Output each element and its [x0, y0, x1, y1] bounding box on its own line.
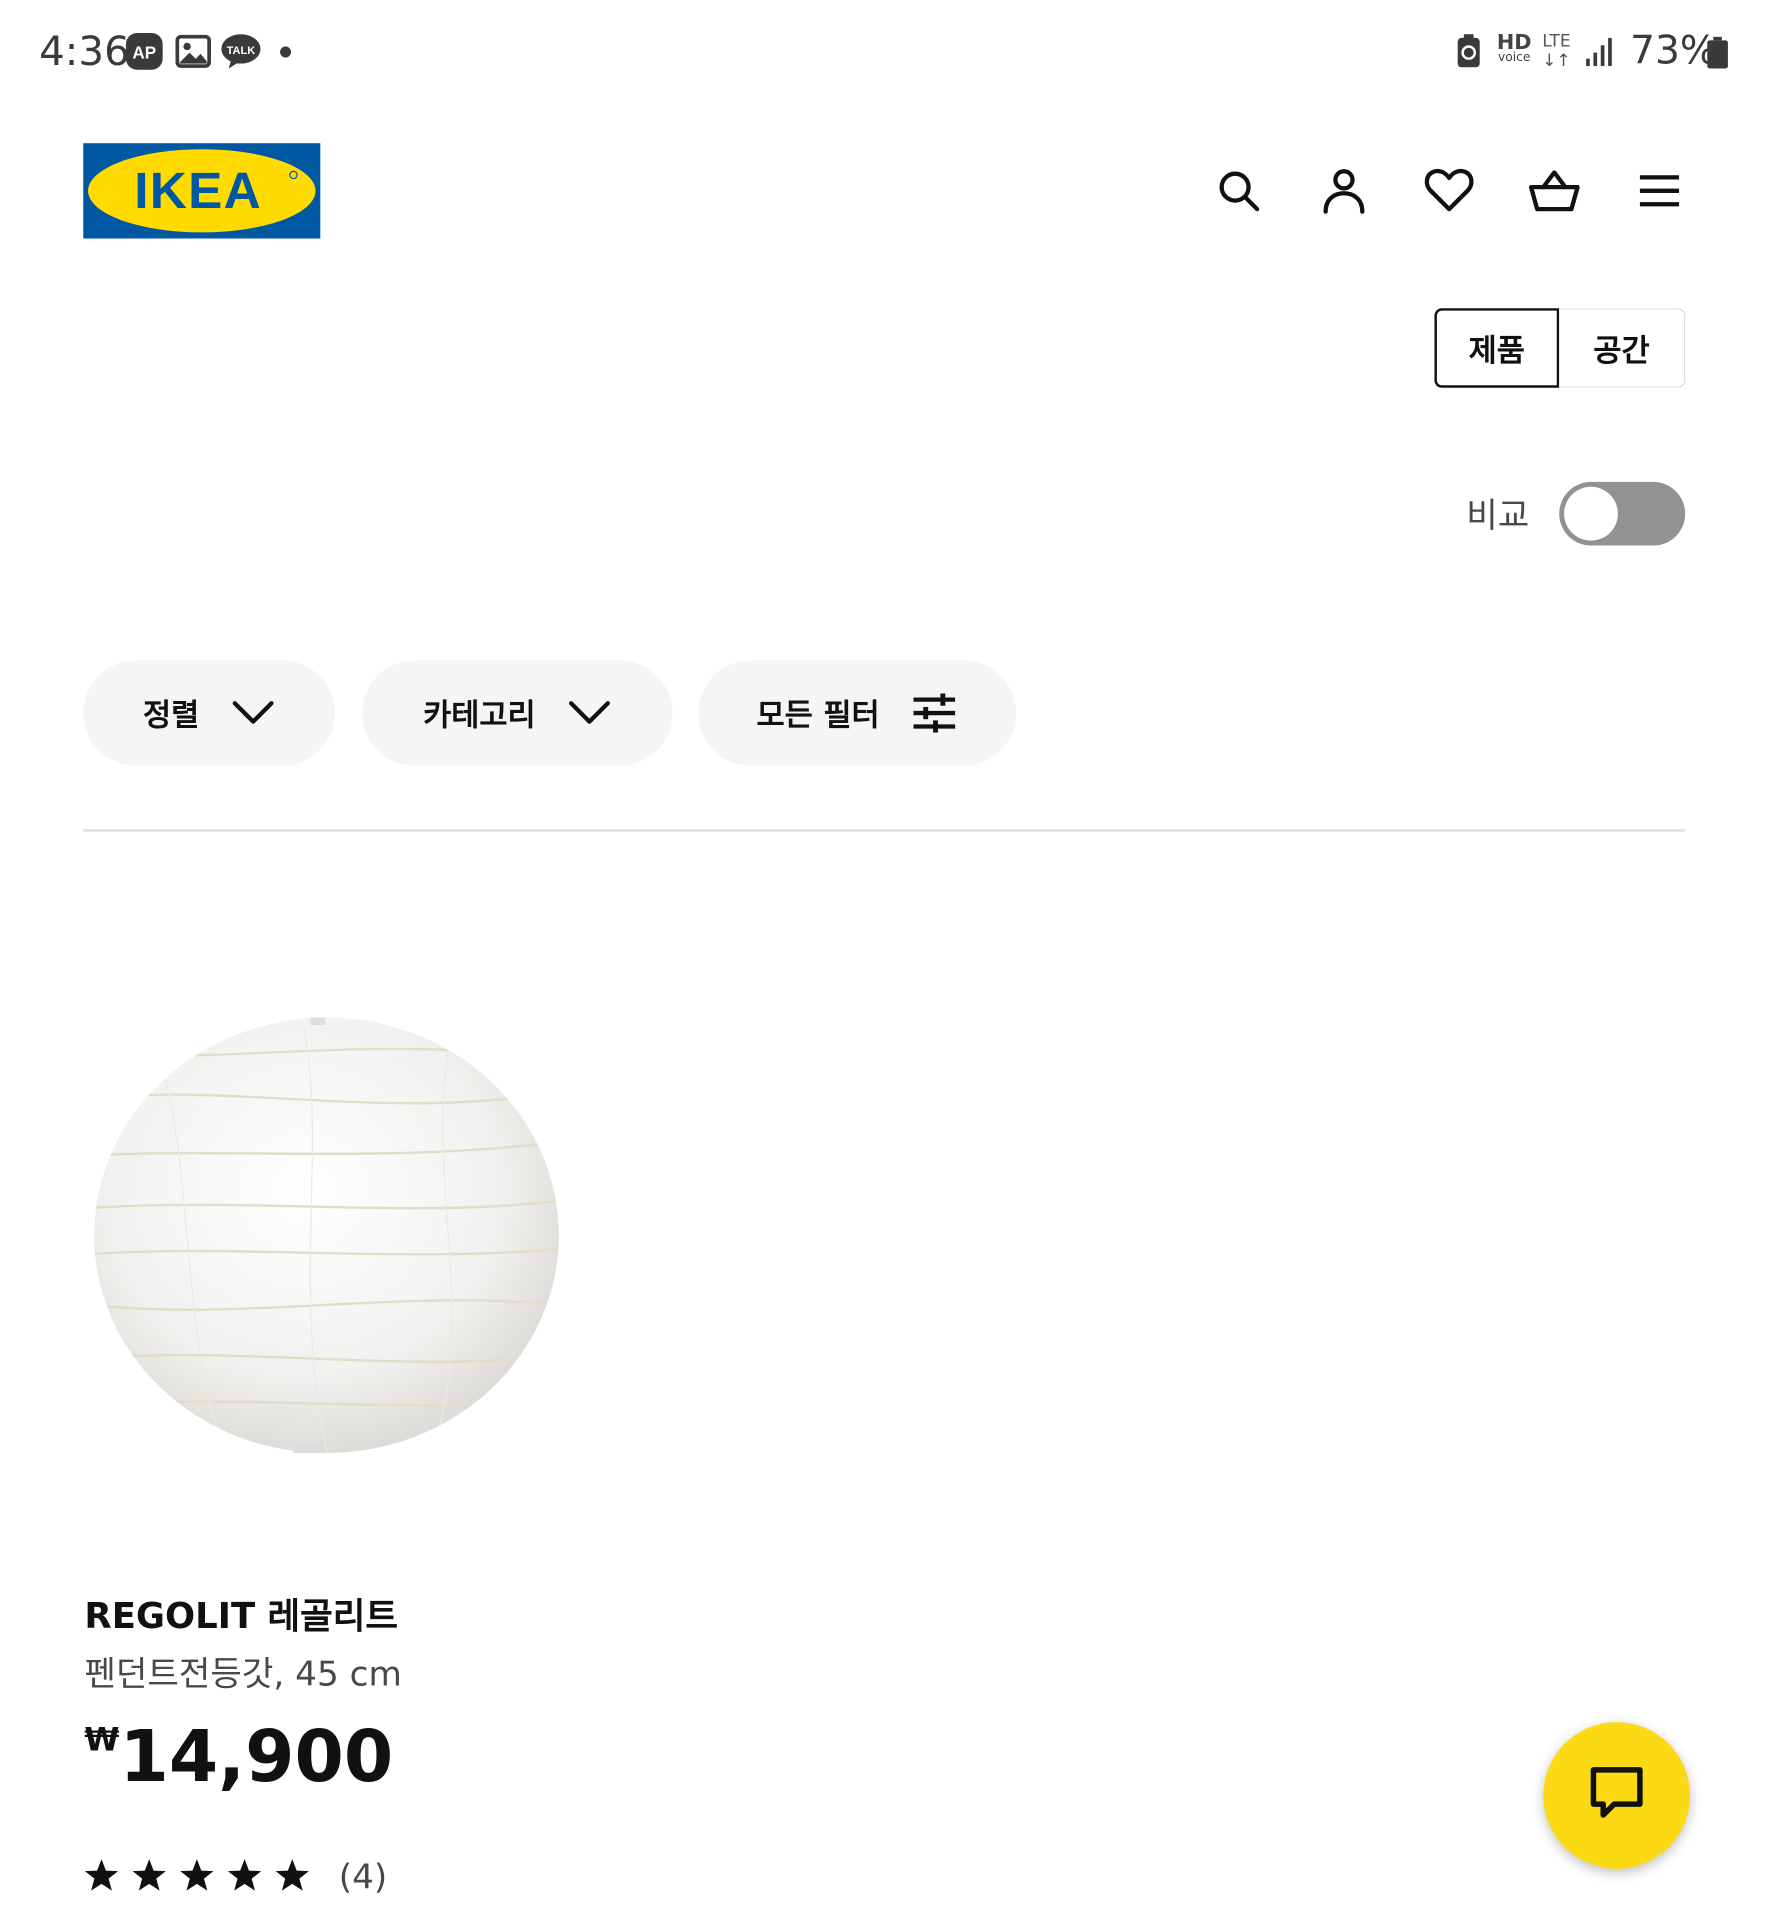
star-icon	[274, 1857, 311, 1896]
svg-text:TALK: TALK	[227, 45, 256, 57]
category-button[interactable]: 카테고리	[361, 660, 673, 766]
chevron-down-icon	[567, 700, 611, 727]
chat-button[interactable]	[1543, 1722, 1691, 1869]
star-icon	[226, 1857, 263, 1896]
chevron-down-icon	[231, 700, 275, 727]
toggle-knob	[1564, 486, 1618, 541]
compare-label: 비교	[1466, 495, 1530, 536]
status-bar: 4:36 AP TALK HD voice LTE ↓↑ 73%	[0, 0, 1767, 103]
menu-icon[interactable]	[1633, 164, 1687, 218]
product-description: 펜던트전등갓, 45 cm	[84, 1653, 402, 1694]
account-icon[interactable]	[1317, 164, 1371, 218]
tab-products[interactable]: 제품	[1434, 308, 1560, 388]
filter-sliders-icon	[912, 693, 958, 733]
network-type: LTE ↓↑	[1542, 32, 1571, 71]
chat-icon	[1587, 1765, 1646, 1826]
compare-toggle[interactable]	[1559, 481, 1686, 546]
network-label: LTE	[1542, 31, 1571, 52]
review-count: (4)	[338, 1856, 388, 1898]
tab-rooms[interactable]: 공간	[1559, 308, 1686, 388]
ikea-logo[interactable]: IKEA	[83, 143, 321, 239]
heart-icon[interactable]	[1422, 164, 1476, 218]
cart-icon[interactable]	[1527, 164, 1581, 218]
product-image[interactable]	[83, 1003, 572, 1468]
star-icon	[179, 1857, 216, 1896]
search-icon[interactable]	[1212, 164, 1266, 218]
divider	[83, 829, 1686, 832]
voice-label: voice	[1497, 51, 1531, 65]
category-label: 카테고리	[423, 697, 536, 733]
notification-dot	[280, 46, 292, 58]
battery-percent: 73%	[1630, 26, 1718, 74]
star-icon	[83, 1857, 120, 1896]
status-time: 4:36	[39, 26, 130, 75]
star-icon	[131, 1857, 168, 1896]
sort-label: 정렬	[143, 697, 200, 733]
product-rating[interactable]: (4)	[83, 1857, 387, 1897]
view-toggle: 제품 공간	[1434, 308, 1686, 388]
sort-button[interactable]: 정렬	[83, 660, 336, 766]
product-name[interactable]: REGOLIT 레골리트	[84, 1588, 398, 1639]
all-filters-label: 모든 필터	[756, 697, 880, 733]
battery-icon	[1707, 36, 1728, 69]
svg-text:IKEA: IKEA	[134, 162, 262, 219]
data-arrows-icon: ↓↑	[1542, 51, 1571, 71]
svg-text:AP: AP	[132, 44, 156, 63]
price-amount: 14,900	[119, 1714, 394, 1798]
gallery-icon	[174, 32, 213, 71]
battery-saver-icon	[1454, 32, 1483, 71]
kakaotalk-icon: TALK	[220, 32, 262, 71]
price-currency: ₩	[84, 1722, 120, 1759]
all-filters-button[interactable]: 모든 필터	[698, 660, 1017, 766]
product-price: ₩14,900	[84, 1715, 393, 1798]
hd-voice-indicator: HD voice	[1497, 32, 1532, 66]
ap-icon: AP	[125, 32, 164, 71]
signal-icon	[1585, 37, 1617, 74]
